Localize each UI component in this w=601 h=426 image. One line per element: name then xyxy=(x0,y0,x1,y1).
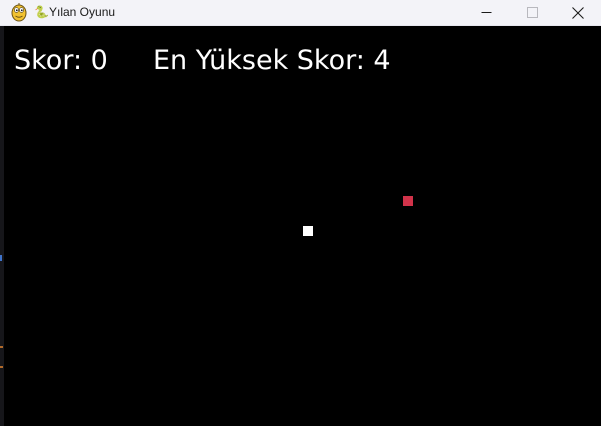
high-score-label: En Yüksek Skor: 4 xyxy=(153,45,391,76)
window-title-label: Yılan Oyunu xyxy=(49,5,116,19)
title-bar[interactable]: 🐍Yılan Oyunu xyxy=(0,0,601,26)
snake-glyph-icon: 🐍 xyxy=(34,5,49,19)
pygame-icon xyxy=(11,3,27,22)
minimize-icon xyxy=(481,12,491,13)
snake-head xyxy=(303,226,313,236)
minimize-button[interactable] xyxy=(463,0,509,25)
maximize-icon xyxy=(526,7,538,18)
food-item xyxy=(403,196,413,206)
window-title: 🐍Yılan Oyunu xyxy=(34,4,115,20)
game-window: 🐍Yılan Oyunu Skor: 0 En Yüksek Skor: 4 xyxy=(0,0,601,426)
maximize-button[interactable] xyxy=(509,0,555,25)
score-label: Skor: 0 xyxy=(14,45,108,76)
close-button[interactable] xyxy=(555,0,601,25)
close-icon xyxy=(572,6,584,19)
